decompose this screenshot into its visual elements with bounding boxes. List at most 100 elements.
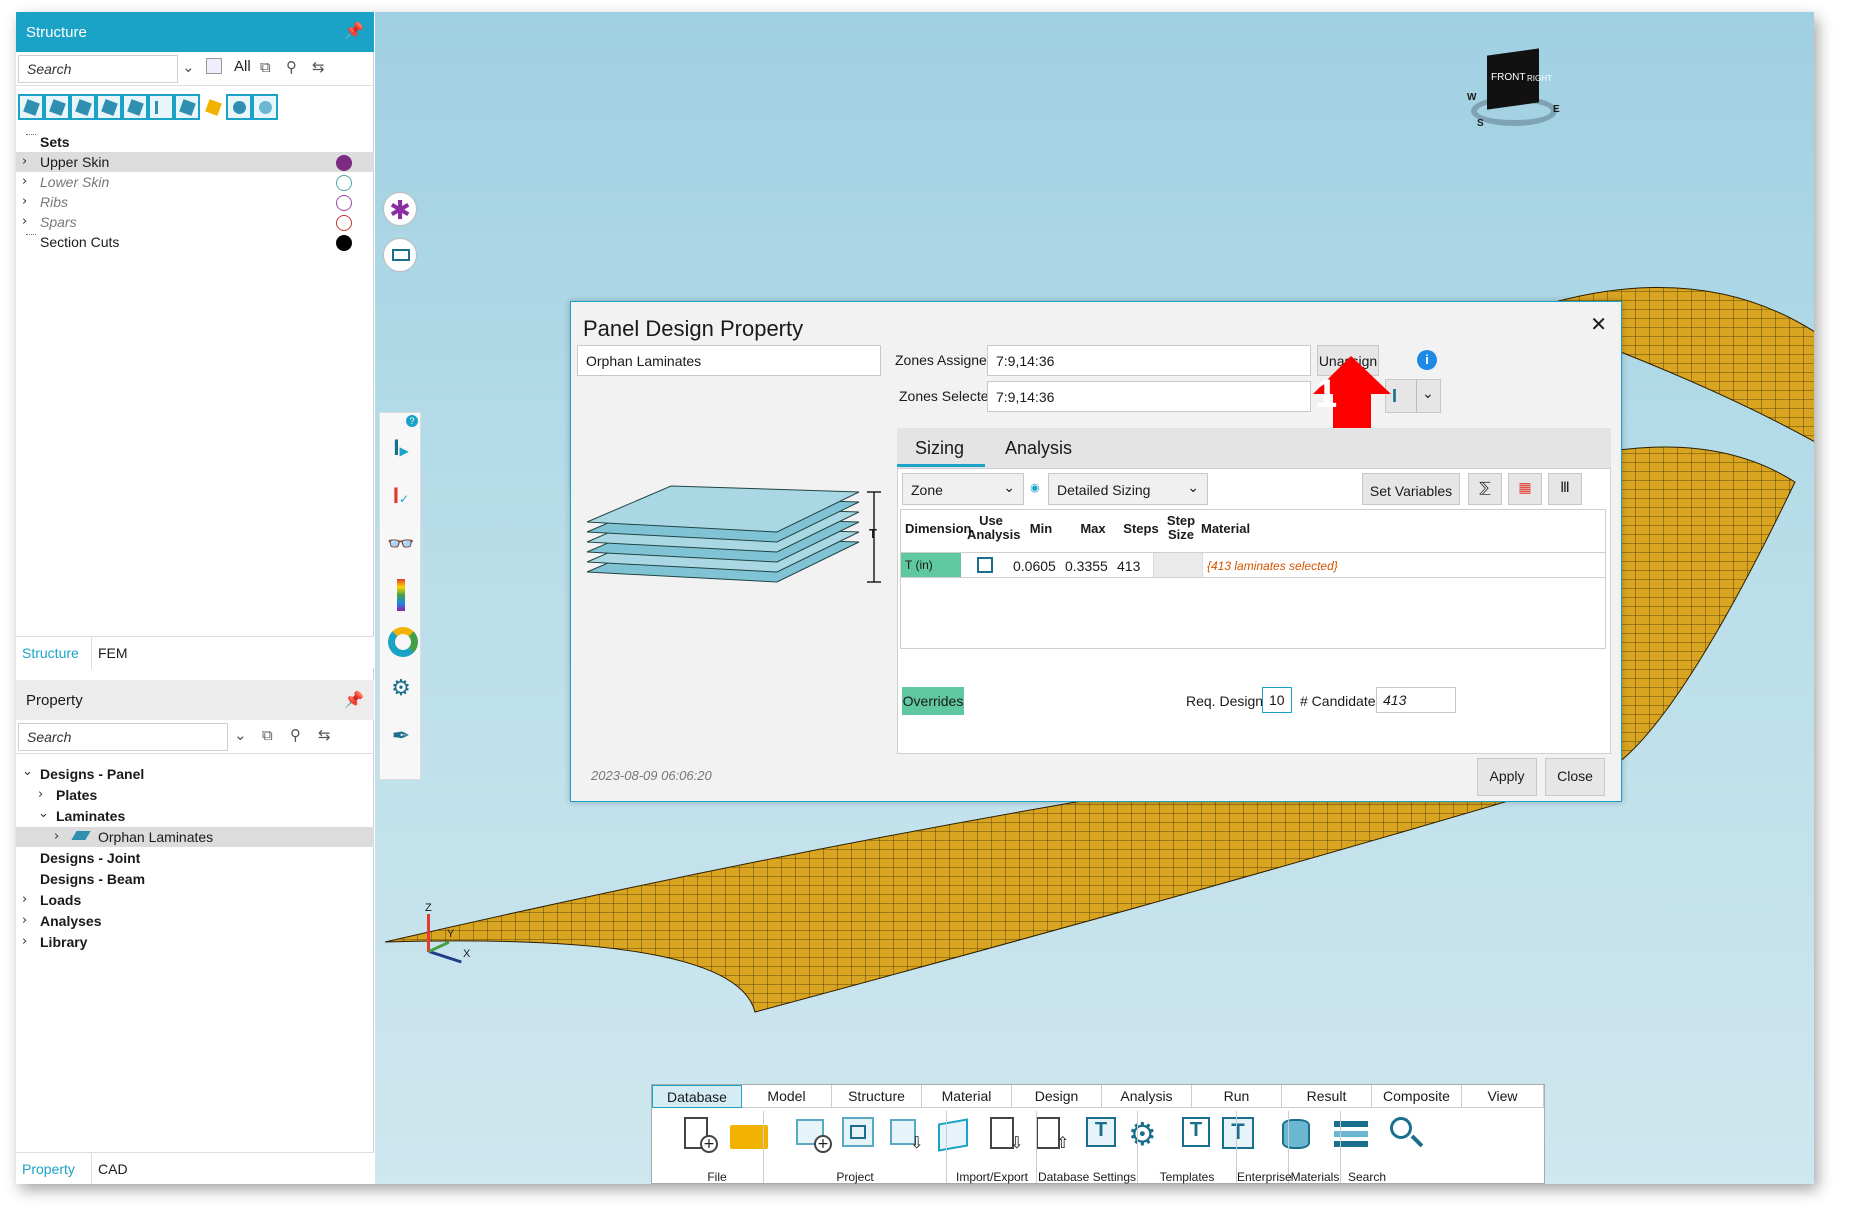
tab-fem[interactable]: FEM — [98, 645, 128, 661]
close-button[interactable]: Close — [1545, 758, 1605, 796]
database-template-icon[interactable]: T — [1084, 1115, 1122, 1157]
dimension-cell[interactable]: T (in) — [901, 553, 961, 577]
pin-icon[interactable]: 📌 — [344, 690, 364, 709]
copy-icon[interactable]: ⧉ — [262, 726, 273, 744]
ribbon-tab-material[interactable]: Material — [922, 1085, 1012, 1108]
apply-button[interactable]: Apply — [1477, 758, 1537, 796]
material-cell[interactable]: {413 laminates selected} — [1207, 559, 1338, 573]
tab-cad[interactable]: CAD — [98, 1161, 128, 1177]
template-text-icon[interactable]: T — [1220, 1115, 1258, 1157]
new-project-icon[interactable]: + — [794, 1115, 832, 1157]
chevron-right-icon[interactable]: › — [38, 787, 43, 802]
color-scale-icon[interactable] — [386, 579, 416, 611]
max-cell[interactable]: 0.3355 — [1065, 558, 1108, 574]
package-icon[interactable] — [934, 1115, 972, 1157]
sizing-run-icon[interactable]: I▶ — [386, 435, 416, 465]
use-analysis-checkbox[interactable] — [977, 557, 993, 573]
property-name-input[interactable]: Orphan Laminates — [577, 345, 881, 376]
asterisk-icon[interactable]: ✱ — [383, 192, 417, 226]
chevron-down-icon[interactable]: ⌄ — [1422, 386, 1434, 402]
overrides-button[interactable]: Overrides — [902, 687, 964, 715]
hierarchy-icon[interactable]: ⚲ — [286, 58, 297, 76]
gear-filter-icon[interactable] — [252, 94, 278, 120]
swap-icon[interactable]: ⇆ — [312, 58, 325, 76]
export-icon[interactable]: ⇧ — [1034, 1115, 1072, 1157]
search-icon[interactable] — [1386, 1115, 1424, 1157]
plate-icon[interactable] — [70, 94, 96, 120]
zones-selected-input[interactable]: 7:9,14:36 — [987, 381, 1311, 412]
ribbon-tab-result[interactable]: Result — [1282, 1085, 1372, 1108]
beam-icon[interactable] — [148, 94, 174, 120]
sizing-mode-dropdown[interactable]: Detailed Sizing ⌄ — [1048, 473, 1208, 505]
columns-icon[interactable]: Ⅲ — [1548, 473, 1582, 505]
pen-icon[interactable]: ✒ — [386, 723, 416, 753]
step-size-cell[interactable] — [1153, 553, 1203, 577]
tree-item-orphan-laminates[interactable]: › Orphan Laminates — [16, 827, 374, 847]
chevron-down-icon[interactable]: ⌄ — [22, 764, 33, 779]
info-icon[interactable]: i — [1417, 350, 1437, 370]
project-window-icon[interactable] — [840, 1115, 878, 1157]
import-project-icon[interactable]: ⇩ — [888, 1115, 926, 1157]
filter-all-button[interactable]: All — [234, 58, 251, 75]
pin-icon[interactable]: 📌 — [344, 21, 364, 40]
tab-sizing[interactable]: Sizing — [915, 438, 964, 459]
box-icon[interactable] — [174, 94, 200, 120]
color-swatch[interactable] — [336, 195, 352, 211]
close-icon[interactable]: ✕ — [1590, 312, 1607, 336]
ribbon-tab-database[interactable]: Database — [652, 1085, 742, 1108]
rectangle-select-icon[interactable] — [383, 238, 417, 272]
joint-icon[interactable] — [96, 94, 122, 120]
tree-item-designs-beam[interactable]: Designs - Beam — [16, 869, 374, 889]
solid-icon[interactable] — [44, 94, 70, 120]
sizing-check-icon[interactable]: I✓ — [386, 483, 416, 513]
chevron-right-icon[interactable]: › — [22, 194, 27, 209]
candidates-input[interactable]: 413 — [1376, 687, 1456, 713]
zone-dropdown[interactable]: Zone ⌄ — [902, 473, 1024, 505]
cube-filter-icon[interactable] — [206, 58, 222, 74]
tree-item-plates[interactable]: › Plates — [16, 785, 374, 805]
panel-icon[interactable] — [122, 94, 148, 120]
chevron-down-icon[interactable]: ⌄ — [182, 58, 195, 76]
chevron-right-icon[interactable]: › — [22, 214, 27, 229]
ribbon-tab-analysis[interactable]: Analysis — [1102, 1085, 1192, 1108]
chevron-right-icon[interactable]: › — [22, 913, 27, 928]
tree-item-laminates[interactable]: ⌄ Laminates — [16, 806, 374, 826]
donut-chart-icon[interactable] — [386, 627, 418, 657]
ribbon-tab-structure[interactable]: Structure — [832, 1085, 922, 1108]
chevron-right-icon[interactable]: › — [22, 154, 27, 169]
property-search-input[interactable]: Search — [18, 723, 228, 751]
tree-item-analyses[interactable]: › Analyses — [16, 911, 374, 931]
tree-item-ribs[interactable]: › Ribs — [16, 192, 374, 212]
new-file-icon[interactable]: + — [680, 1115, 718, 1157]
chevron-down-icon[interactable]: ⌄ — [234, 726, 247, 744]
tree-item-loads[interactable]: › Loads — [16, 890, 374, 910]
ribbon-tab-view[interactable]: View — [1462, 1085, 1544, 1108]
tree-item-section-cuts[interactable]: Section Cuts — [16, 232, 374, 252]
ribbon-tab-design[interactable]: Design — [1012, 1085, 1102, 1108]
ribbon-tab-composite[interactable]: Composite — [1372, 1085, 1462, 1108]
view-cube[interactable]: FRONT RIGHT W S E — [1465, 48, 1561, 130]
set-variables-button[interactable]: Set Variables — [1362, 473, 1460, 505]
min-cell[interactable]: 0.0605 — [1013, 558, 1056, 574]
help-icon[interactable]: ? — [406, 415, 418, 427]
color-swatch[interactable] — [336, 175, 352, 191]
chevron-right-icon[interactable]: › — [22, 892, 27, 907]
eye-icon[interactable] — [226, 94, 252, 120]
ribbon-tab-model[interactable]: Model — [742, 1085, 832, 1108]
color-swatch[interactable] — [336, 155, 352, 171]
import-icon[interactable]: ⇩ — [988, 1115, 1026, 1157]
copy-icon[interactable]: ⧉ — [260, 58, 271, 76]
req-designs-input[interactable]: 10 — [1262, 687, 1292, 713]
gear-icon[interactable]: ⚙ — [386, 675, 416, 705]
tree-item-designs-panel[interactable]: ⌄ Designs - Panel — [16, 764, 374, 784]
chevron-down-icon[interactable]: ⌄ — [38, 806, 49, 821]
materials-icon[interactable] — [1332, 1115, 1370, 1157]
tree-item-lower-skin[interactable]: › Lower Skin — [16, 172, 374, 192]
chevron-right-icon[interactable]: › — [22, 174, 27, 189]
eye-small-icon[interactable]: ◉ — [1030, 481, 1040, 494]
table-row[interactable]: T (in) 0.0605 0.3355 413 {413 laminates … — [901, 552, 1605, 578]
template-icon[interactable]: T — [1180, 1115, 1218, 1157]
hierarchy-icon[interactable]: ⚲ — [290, 726, 301, 744]
color-swatch[interactable] — [336, 215, 352, 231]
glasses-icon[interactable]: 👓 — [386, 531, 416, 561]
